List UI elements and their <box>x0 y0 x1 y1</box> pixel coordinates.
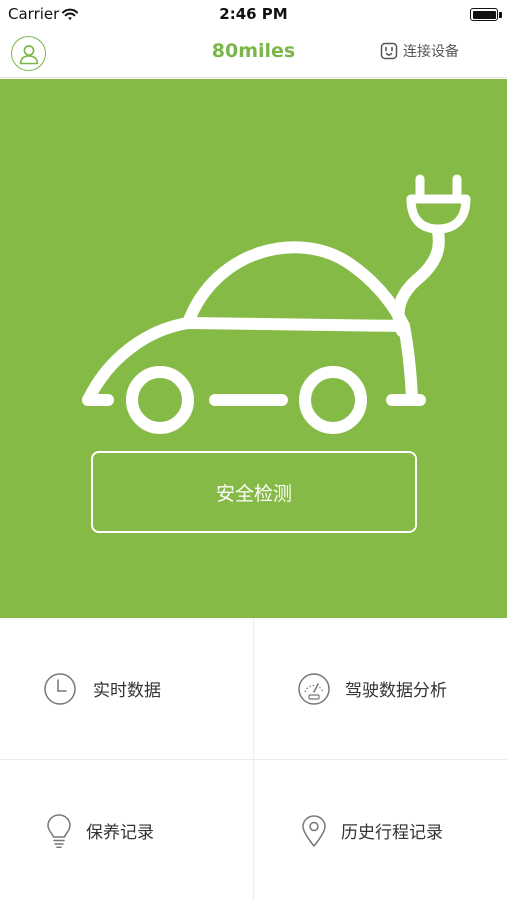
clock-icon <box>44 672 76 705</box>
realtime-data-item[interactable]: 实时数据 <box>0 618 253 759</box>
connect-device-label: 连接设备 <box>403 44 459 60</box>
user-icon <box>19 44 38 64</box>
menu-item-label: 实时数据 <box>93 681 161 701</box>
location-pin-icon <box>302 814 326 847</box>
lightbulb-icon <box>47 813 71 848</box>
menu-item-label: 历史行程记录 <box>341 823 443 843</box>
feature-grid: 实时数据 驾驶数据分析 保养记录 历史行程记录 <box>0 618 507 900</box>
menu-item-label: 驾驶数据分析 <box>345 681 447 701</box>
electric-car-illustration <box>82 174 471 434</box>
status-time: 2:46 PM <box>219 5 288 23</box>
menu-item-label: 保养记录 <box>86 823 154 843</box>
safety-check-label: 安全检测 <box>215 482 292 505</box>
driving-analysis-item[interactable]: 驾驶数据分析 <box>254 618 507 759</box>
battery-icon <box>470 8 498 21</box>
speedometer-icon <box>298 672 330 705</box>
hero-panel: 安全检测 <box>0 79 507 618</box>
trip-history-item[interactable]: 历史行程记录 <box>254 760 507 900</box>
connect-device-button[interactable]: 连接设备 <box>380 41 459 61</box>
safety-check-button[interactable]: 安全检测 <box>91 451 417 533</box>
nav-bar: 80miles 连接设备 <box>0 28 507 78</box>
status-bar: Carrier 2:46 PM <box>0 0 507 28</box>
avatar-button[interactable] <box>11 36 46 71</box>
socket-icon <box>380 42 398 60</box>
maintenance-record-item[interactable]: 保养记录 <box>0 760 253 900</box>
